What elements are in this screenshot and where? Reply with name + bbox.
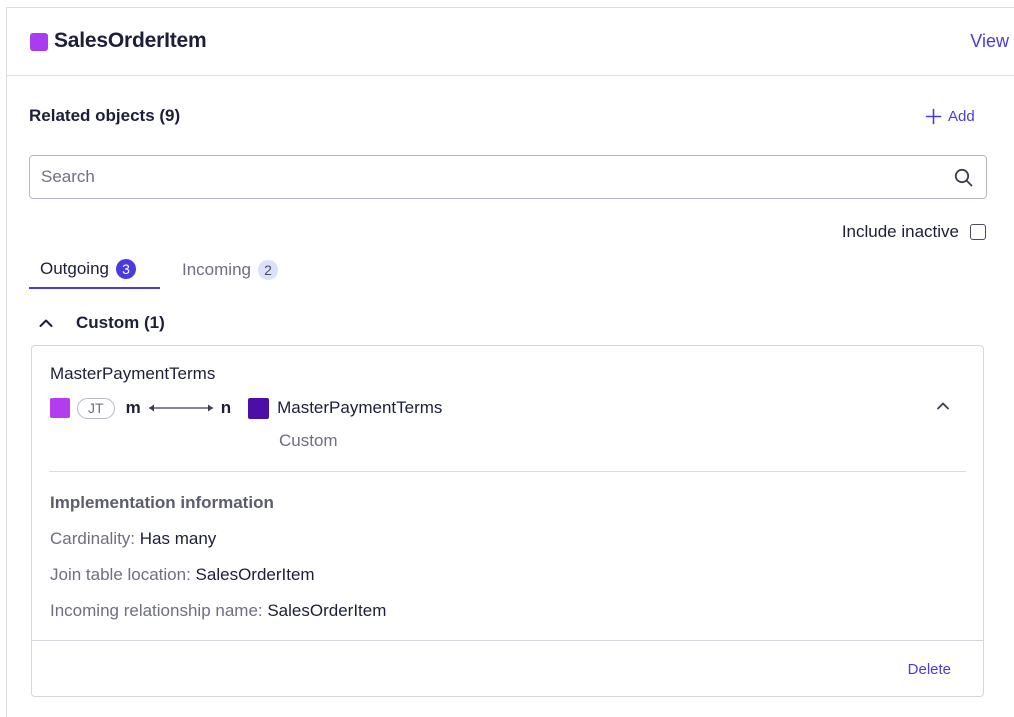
- include-inactive-label: Include inactive: [841, 222, 959, 241]
- panel-left-border: [6, 7, 7, 717]
- join-table-location-row: Join table location: SalesOrderItem: [50, 565, 315, 585]
- card-footer: Delete: [32, 640, 983, 697]
- cardinality-value: Has many: [139, 529, 217, 548]
- add-related-object-button[interactable]: Add: [925, 104, 975, 128]
- tab-outgoing-label: Outgoing: [40, 258, 109, 278]
- object-header: SalesOrderItem View: [7, 8, 1014, 76]
- incoming-relationship-name-value: SalesOrderItem: [267, 601, 387, 620]
- join-table-location-label: Join table location:: [50, 565, 196, 584]
- search-icon[interactable]: [954, 168, 973, 187]
- delete-button[interactable]: Delete: [908, 661, 951, 678]
- search-box: [29, 155, 987, 199]
- include-inactive-filter: Include inactive: [842, 222, 986, 242]
- target-object-icon: [248, 397, 270, 419]
- cardinality-row: Cardinality: Has many: [50, 529, 216, 549]
- view-link[interactable]: View: [970, 31, 1009, 52]
- object-type-icon: [30, 33, 48, 51]
- chevron-up-icon: [39, 319, 53, 327]
- relationship-tabs: Outgoing 3 Incoming 2: [29, 250, 987, 290]
- relationship-diagram: JT m n MasterPaymentTerms: [50, 396, 442, 420]
- tab-incoming-label: Incoming: [182, 259, 251, 279]
- search-input[interactable]: [30, 156, 986, 198]
- tab-incoming[interactable]: Incoming 2: [182, 250, 278, 289]
- join-table-location-value: SalesOrderItem: [195, 565, 315, 584]
- tab-incoming-count: 2: [257, 259, 278, 280]
- plus-icon: [925, 108, 942, 124]
- related-objects-title: Related objects (9): [29, 106, 181, 125]
- target-object-type: Custom: [279, 431, 338, 450]
- cardinality-label: Cardinality:: [50, 529, 140, 548]
- join-table-badge: JT: [77, 397, 115, 419]
- bidirectional-arrow-icon: [148, 404, 213, 412]
- chevron-up-icon[interactable]: [935, 400, 951, 412]
- incoming-relationship-name-row: Incoming relationship name: SalesOrderIt…: [50, 601, 386, 621]
- card-divider: [49, 471, 966, 472]
- source-object-icon: [50, 398, 70, 418]
- group-custom-label: Custom (1): [76, 313, 165, 332]
- source-multiplicity: m: [125, 398, 141, 417]
- relationship-name: MasterPaymentTerms: [50, 364, 216, 383]
- relationship-card: MasterPaymentTerms JT m n MasterPaymentT…: [31, 345, 984, 697]
- group-custom-toggle[interactable]: Custom (1): [38, 310, 165, 336]
- incoming-relationship-name-label: Incoming relationship name:: [50, 601, 268, 620]
- tab-outgoing-count: 3: [116, 258, 136, 279]
- include-inactive-checkbox[interactable]: [970, 224, 986, 240]
- object-title: SalesOrderItem: [54, 29, 207, 52]
- implementation-title: Implementation information: [50, 493, 274, 512]
- add-label: Add: [948, 107, 975, 125]
- tab-outgoing[interactable]: Outgoing 3: [29, 250, 160, 289]
- target-multiplicity: n: [220, 398, 232, 417]
- target-object-name[interactable]: MasterPaymentTerms: [277, 398, 442, 418]
